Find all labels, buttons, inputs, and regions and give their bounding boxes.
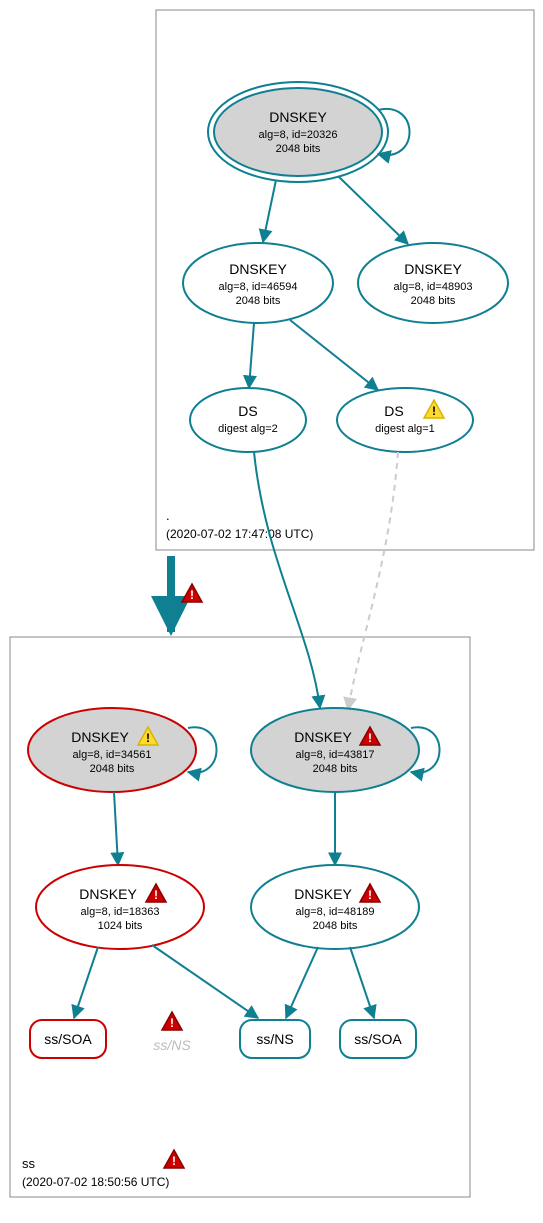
svg-text:!: ! (368, 888, 372, 902)
edge-zsk1-ds2 (290, 320, 378, 390)
node-ds1-line1: digest alg=2 (218, 423, 278, 435)
node-ss-zsk2[interactable]: DNSKEY ! alg=8, id=48189 2048 bits (251, 865, 419, 949)
error-icon: ! (164, 1150, 184, 1168)
edge-root-ksk-to-zsk2 (338, 176, 408, 244)
node-ds2-line1: digest alg=1 (375, 423, 435, 435)
node-root-zsk2-line1: alg=8, id=48903 (394, 281, 473, 293)
node-ss-zsk2-title: DNSKEY (294, 886, 352, 902)
edge-zsk1-soa1 (74, 947, 98, 1018)
node-ds1-title: DS (238, 403, 257, 419)
node-root-ksk-title: DNSKEY (269, 109, 327, 125)
svg-text:!: ! (190, 588, 194, 602)
node-ds2[interactable]: DS digest alg=1 ! (337, 388, 473, 452)
error-icon: ! (162, 1012, 182, 1030)
node-ss-ns[interactable]: ss/NS (240, 1020, 310, 1058)
node-root-zsk2[interactable]: DNSKEY alg=8, id=48903 2048 bits (358, 243, 508, 323)
node-ss-soa1[interactable]: ss/SOA (30, 1020, 106, 1058)
edge-ssksk1-zsk1 (114, 792, 118, 865)
edge-zsk1-ns (152, 945, 258, 1018)
svg-text:!: ! (172, 1154, 176, 1168)
node-ss-ksk2-line1: alg=8, id=43817 (296, 749, 375, 761)
error-icon: ! (182, 584, 202, 602)
node-root-zsk1-line1: alg=8, id=46594 (219, 281, 298, 293)
node-ss-ns-ghost: ss/NS ! (153, 1012, 191, 1053)
node-ss-zsk1-line1: alg=8, id=18363 (81, 906, 160, 918)
svg-text:!: ! (432, 404, 436, 418)
edge-ds1-ssksk2 (254, 452, 320, 708)
edge-zsk1-ds1 (249, 323, 254, 388)
node-ss-soa2-title: ss/SOA (354, 1031, 402, 1047)
svg-text:!: ! (170, 1016, 174, 1030)
zone-root-timestamp: (2020-07-02 17:47:08 UTC) (166, 527, 313, 541)
node-root-zsk2-line2: 2048 bits (411, 295, 456, 307)
zone-ss-timestamp: (2020-07-02 18:50:56 UTC) (22, 1175, 169, 1189)
node-root-ksk[interactable]: DNSKEY alg=8, id=20326 2048 bits (208, 82, 388, 182)
edge-zsk2-soa2 (350, 947, 374, 1018)
svg-text:!: ! (154, 888, 158, 902)
node-ss-zsk1[interactable]: DNSKEY ! alg=8, id=18363 1024 bits (36, 865, 204, 949)
node-ss-ksk2[interactable]: DNSKEY ! alg=8, id=43817 2048 bits (251, 708, 419, 792)
node-root-zsk1-title: DNSKEY (229, 261, 287, 277)
node-ss-zsk2-line1: alg=8, id=48189 (296, 906, 375, 918)
zone-ss-label: ss (22, 1156, 36, 1171)
node-root-zsk1[interactable]: DNSKEY alg=8, id=46594 2048 bits (183, 243, 333, 323)
node-root-zsk2-title: DNSKEY (404, 261, 462, 277)
node-ss-ksk1-title: DNSKEY (71, 729, 129, 745)
node-ss-zsk1-line2: 1024 bits (98, 920, 143, 932)
node-ss-zsk1-title: DNSKEY (79, 886, 137, 902)
node-ss-ksk1-line1: alg=8, id=34561 (73, 749, 152, 761)
node-ss-ksk2-title: DNSKEY (294, 729, 352, 745)
svg-text:!: ! (368, 731, 372, 745)
svg-text:ss/NS: ss/NS (153, 1037, 191, 1053)
node-ds2-title: DS (384, 403, 403, 419)
edge-root-ksk-to-zsk1 (263, 180, 276, 242)
node-root-zsk1-line2: 2048 bits (236, 295, 281, 307)
node-root-ksk-line2: 2048 bits (276, 143, 321, 155)
node-ss-zsk2-line2: 2048 bits (313, 920, 358, 932)
node-ss-soa1-title: ss/SOA (44, 1031, 92, 1047)
edge-ds2-ssksk2 (348, 452, 398, 710)
node-ss-ksk1-line2: 2048 bits (90, 763, 135, 775)
node-ss-ksk1[interactable]: DNSKEY ! alg=8, id=34561 2048 bits (28, 708, 196, 792)
node-ds1[interactable]: DS digest alg=2 (190, 388, 306, 452)
node-ss-ksk2-line2: 2048 bits (313, 763, 358, 775)
edge-zsk2-ns (286, 947, 318, 1018)
node-ss-soa2[interactable]: ss/SOA (340, 1020, 416, 1058)
node-root-ksk-line1: alg=8, id=20326 (259, 129, 338, 141)
svg-text:!: ! (146, 731, 150, 745)
zone-root-label: . (166, 508, 170, 523)
node-ss-ns-title: ss/NS (256, 1031, 293, 1047)
